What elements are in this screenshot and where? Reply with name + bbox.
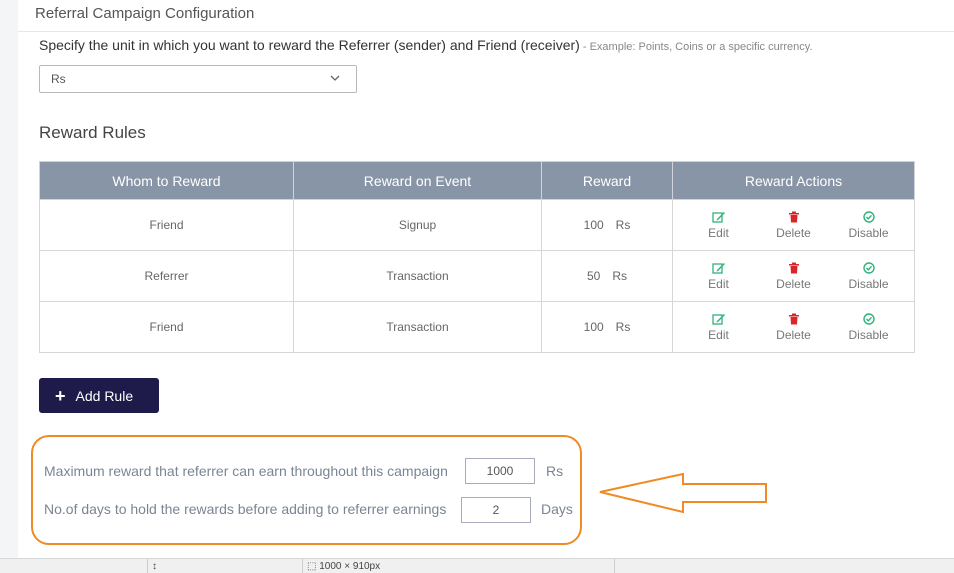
reward-unit: Rs (615, 320, 631, 334)
reward-unit: Rs (615, 218, 631, 232)
edit-icon (711, 262, 725, 274)
edit-icon (711, 313, 725, 325)
check-circle-icon (862, 210, 875, 223)
delete-label: Delete (776, 276, 811, 291)
edit-label: Edit (708, 225, 729, 240)
delete-label: Delete (776, 327, 811, 342)
status-segment-3: ⬚ 1000 × 910px (302, 559, 617, 573)
cell-reward: 50 Rs (541, 250, 673, 302)
cell-actions: Edit Delete Disable (672, 199, 915, 251)
disable-button[interactable]: Disable (839, 210, 899, 240)
disable-button[interactable]: Disable (839, 261, 899, 291)
left-gutter (0, 0, 18, 558)
cell-reward: 100 Rs (541, 301, 673, 353)
hold-days-label: No.of days to hold the rewards before ad… (44, 501, 447, 517)
max-reward-label: Maximum reward that referrer can earn th… (44, 463, 448, 479)
cell-event: Signup (293, 199, 542, 251)
edit-button[interactable]: Edit (689, 211, 749, 240)
hold-days-unit: Days (541, 501, 573, 517)
cell-event: Transaction (293, 301, 542, 353)
max-reward-unit: Rs (546, 463, 564, 479)
unit-description-text: Specify the unit in which you want to re… (39, 37, 580, 53)
disable-label: Disable (848, 225, 889, 240)
reward-amount: 50 (586, 269, 601, 283)
status-bar: ↕ ⬚ 1000 × 910px (0, 558, 954, 573)
delete-button[interactable]: Delete (764, 211, 824, 240)
edit-button[interactable]: Edit (689, 313, 749, 342)
unit-description: Specify the unit in which you want to re… (39, 37, 813, 53)
reward-rules-table: Whom to Reward Reward on Event Reward Re… (39, 161, 915, 353)
table-row: Referrer Transaction 50 Rs Edit Delete Di… (39, 250, 915, 302)
unit-select-value: Rs (51, 72, 66, 86)
table-row: Friend Transaction 100 Rs Edit Delete Dis… (39, 301, 915, 353)
cell-reward: 100 Rs (541, 199, 673, 251)
delete-label: Delete (776, 225, 811, 240)
cursor-icon: ↕ (152, 561, 157, 572)
check-circle-icon (862, 261, 875, 274)
annotation-arrow-icon (599, 472, 767, 514)
cell-whom: Friend (39, 199, 294, 251)
unit-example-text: - Example: Points, Coins or a specific c… (579, 41, 813, 53)
reward-amount: 100 (583, 218, 604, 232)
status-segment-2: ↕ (147, 559, 302, 573)
column-header-event: Reward on Event (293, 161, 542, 200)
plus-icon: + (55, 385, 66, 406)
status-segment-4 (614, 559, 954, 573)
cell-actions: Edit Delete Disable (672, 250, 915, 302)
delete-button[interactable]: Delete (764, 262, 824, 291)
delete-button[interactable]: Delete (764, 313, 824, 342)
cell-event: Transaction (293, 250, 542, 302)
edit-icon (711, 211, 725, 223)
cell-whom: Friend (39, 301, 294, 353)
cell-whom: Referrer (39, 250, 294, 302)
trash-icon (788, 211, 799, 222)
add-rule-label: Add Rule (75, 387, 134, 404)
table-row: Friend Signup 100 Rs Edit Delete Disable (39, 199, 915, 251)
reward-unit: Rs (612, 269, 628, 283)
disable-label: Disable (848, 327, 889, 342)
status-dimensions: 1000 × 910px (319, 561, 381, 572)
trash-icon (788, 262, 799, 273)
add-rule-button[interactable]: + Add Rule (39, 378, 159, 413)
page-title: Referral Campaign Configuration (35, 5, 255, 22)
chevron-down-icon (330, 75, 340, 81)
edit-label: Edit (708, 276, 729, 291)
disable-label: Disable (848, 276, 889, 291)
max-reward-input[interactable] (465, 458, 535, 484)
unit-select[interactable]: Rs (39, 65, 357, 93)
edit-label: Edit (708, 327, 729, 342)
column-header-whom: Whom to Reward (39, 161, 294, 200)
highlight-annotation-box (31, 435, 582, 545)
reward-rules-title: Reward Rules (39, 123, 146, 142)
column-header-reward: Reward (541, 161, 673, 200)
disable-button[interactable]: Disable (839, 312, 899, 342)
column-header-actions: Reward Actions (672, 161, 915, 200)
table-header-row: Whom to Reward Reward on Event Reward Re… (39, 161, 915, 200)
check-circle-icon (862, 312, 875, 325)
dimensions-icon: ⬚ (307, 561, 317, 572)
hold-days-input[interactable] (461, 497, 531, 523)
title-bar: Referral Campaign Configuration (18, 0, 954, 32)
reward-amount: 100 (583, 320, 604, 334)
edit-button[interactable]: Edit (689, 262, 749, 291)
status-segment-1 (0, 559, 147, 573)
cell-actions: Edit Delete Disable (672, 301, 915, 353)
trash-icon (788, 313, 799, 324)
